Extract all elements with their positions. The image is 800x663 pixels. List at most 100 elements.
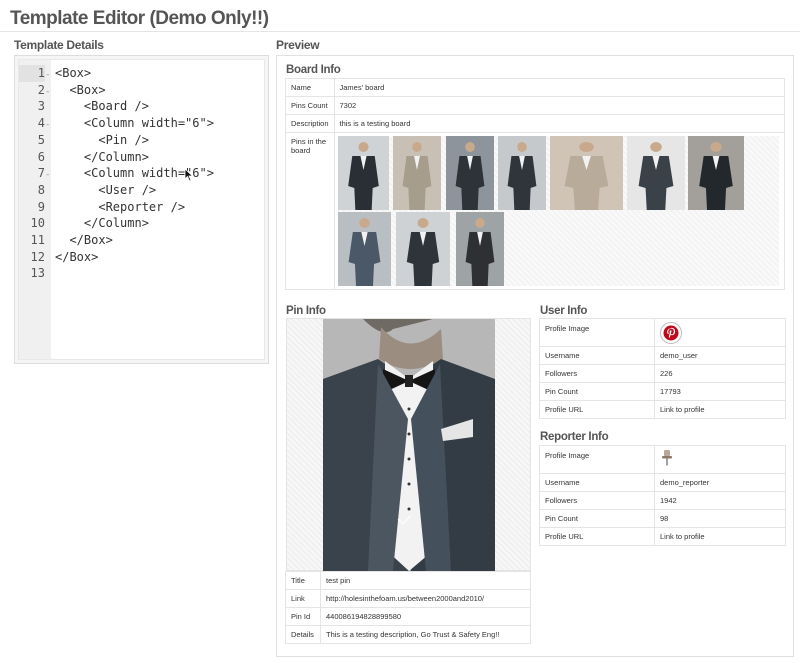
table-row: Followers 1942	[539, 491, 786, 510]
line-number: 6	[37, 149, 45, 164]
board-info-table: Name James' board Pins Count 7302 Descri…	[285, 78, 786, 290]
pin-info-table: Title test pin Link http://holesinthefoa…	[285, 571, 531, 644]
board-pin-thumbnail[interactable]	[497, 136, 546, 210]
user-profile-image-label: Profile Image	[539, 318, 655, 347]
reporter-username-value: demo_reporter	[654, 473, 786, 492]
code-line[interactable]: 2- <Box>	[19, 82, 264, 99]
code-text: </Box>	[55, 233, 113, 247]
pin-info-heading: Pin Info	[286, 305, 326, 317]
board-description-label: Description	[285, 114, 335, 133]
line-number: 7	[37, 166, 45, 181]
pin-id-label: Pin Id	[285, 607, 321, 626]
table-row: Title test pin	[285, 571, 531, 590]
pushpin-icon[interactable]	[660, 449, 674, 467]
reporter-profile-image-label: Profile Image	[539, 445, 655, 474]
table-row: Username demo_reporter	[539, 473, 786, 492]
board-pin-thumbnail[interactable]	[392, 136, 441, 210]
code-text: </Column>	[55, 216, 149, 231]
code-text: </Column>	[55, 149, 149, 164]
line-number: 3	[37, 99, 45, 114]
line-number: 9	[37, 199, 45, 214]
board-pin-thumbnail[interactable]	[626, 136, 685, 210]
code-line[interactable]: 13	[19, 265, 264, 282]
code-text: <Box>	[55, 82, 106, 97]
user-followers-label: Followers	[539, 364, 655, 383]
user-followers-value: 226	[654, 364, 786, 383]
pin-id-value: 440086194828899580	[320, 607, 531, 626]
preview-heading: Preview	[276, 38, 320, 52]
pin-link-value[interactable]: http://holesinthefoam.us/between2000and2…	[320, 589, 531, 608]
user-username-label: Username	[539, 346, 655, 365]
board-description-value: this is a testing board	[333, 114, 786, 133]
user-profile-url-label: Profile URL	[539, 400, 655, 419]
table-row: Profile Image	[539, 445, 786, 474]
line-number: 12	[30, 249, 45, 264]
code-line[interactable]: 11 </Box>	[19, 232, 264, 249]
board-pin-thumbnail[interactable]	[445, 136, 494, 210]
code-text: <Column width="6">	[55, 116, 214, 131]
reporter-profile-url-label: Profile URL	[539, 527, 655, 546]
code-line[interactable]: 12 </Box>	[19, 249, 264, 266]
code-text: </Box>	[55, 249, 99, 264]
pin-title-label: Title	[285, 571, 321, 590]
board-pin-thumbnail[interactable]	[337, 136, 389, 210]
reporter-pin-count-label: Pin Count	[539, 509, 655, 528]
board-pin-thumbnail[interactable]	[687, 136, 744, 210]
table-row: Pin Count 17793	[539, 382, 786, 401]
board-pin-thumbnail[interactable]	[455, 212, 504, 286]
board-pins-grid	[337, 136, 779, 286]
template-code-editor[interactable]: 1- <Box> 2- <Box> 3 <Board /> 4- <Column wid…	[14, 55, 269, 364]
code-line[interactable]: 5 <Pin />	[19, 132, 264, 149]
board-pin-thumbnail[interactable]	[395, 212, 450, 286]
code-line[interactable]: 6 </Column>	[19, 149, 264, 166]
user-pin-count-label: Pin Count	[539, 382, 655, 401]
line-number: 8	[37, 182, 45, 197]
table-row: Link http://holesinthefoam.us/between200…	[285, 589, 531, 608]
table-row: Username demo_user	[539, 346, 786, 365]
board-name-label: Name	[285, 78, 335, 97]
code-line[interactable]: 4- <Column width="6">	[19, 115, 264, 132]
pin-image-frame	[286, 318, 531, 571]
pin-details-value: This is a testing description, Go Trust …	[320, 625, 531, 644]
line-number: 11	[30, 233, 45, 247]
table-row: Description this is a testing board	[285, 114, 786, 133]
board-pin-thumbnail[interactable]	[549, 136, 623, 210]
reporter-profile-link[interactable]: Link to profile	[654, 527, 786, 546]
line-number: 4	[37, 116, 45, 131]
reporter-info-table: Profile Image Username demo_reporter Fol…	[539, 445, 786, 546]
code-line[interactable]: 3 <Board />	[19, 98, 264, 115]
reporter-pin-count-value: 98	[654, 509, 786, 528]
code-text: <Reporter />	[55, 199, 186, 214]
mouse-pointer-icon	[184, 168, 194, 182]
table-row: Profile URL Link to profile	[539, 527, 786, 546]
user-username-value: demo_user	[654, 346, 786, 365]
editor-text-area[interactable]: 1- <Box> 2- <Box> 3 <Board /> 4- <Column wid…	[18, 59, 265, 360]
code-line[interactable]: 8 <User />	[19, 182, 264, 199]
table-row: Pins Count 7302	[285, 96, 786, 115]
pin-title-value: test pin	[320, 571, 531, 590]
code-text: <Box>	[55, 66, 92, 80]
board-pins-count-value: 7302	[333, 96, 786, 115]
user-info-table: Profile Image Username demo_user Followe…	[539, 318, 786, 419]
reporter-username-label: Username	[539, 473, 655, 492]
pin-image[interactable]	[323, 319, 495, 571]
code-line[interactable]: 9 <Reporter />	[19, 199, 264, 216]
user-info-heading: User Info	[540, 305, 588, 317]
code-text: <User />	[55, 182, 157, 197]
code-line[interactable]: 10 </Column>	[19, 215, 264, 232]
pin-details-label: Details	[285, 625, 321, 644]
user-profile-link[interactable]: Link to profile	[654, 400, 786, 419]
pinterest-logo-icon[interactable]	[660, 322, 682, 344]
table-row: Pin Count 98	[539, 509, 786, 528]
user-pin-count-value: 17793	[654, 382, 786, 401]
table-row: Followers 226	[539, 364, 786, 383]
board-pins-count-label: Pins Count	[285, 96, 335, 115]
board-pins-label: Pins in the board	[285, 132, 335, 290]
template-details-heading: Template Details	[14, 38, 104, 52]
table-row: Details This is a testing description, G…	[285, 625, 531, 644]
code-line[interactable]: 7- <Column width="6">	[19, 165, 264, 182]
code-line[interactable]: 1- <Box>	[19, 65, 264, 82]
table-row: Name James' board	[285, 78, 786, 97]
board-pin-thumbnail[interactable]	[337, 212, 391, 286]
line-number: 2	[37, 82, 45, 97]
